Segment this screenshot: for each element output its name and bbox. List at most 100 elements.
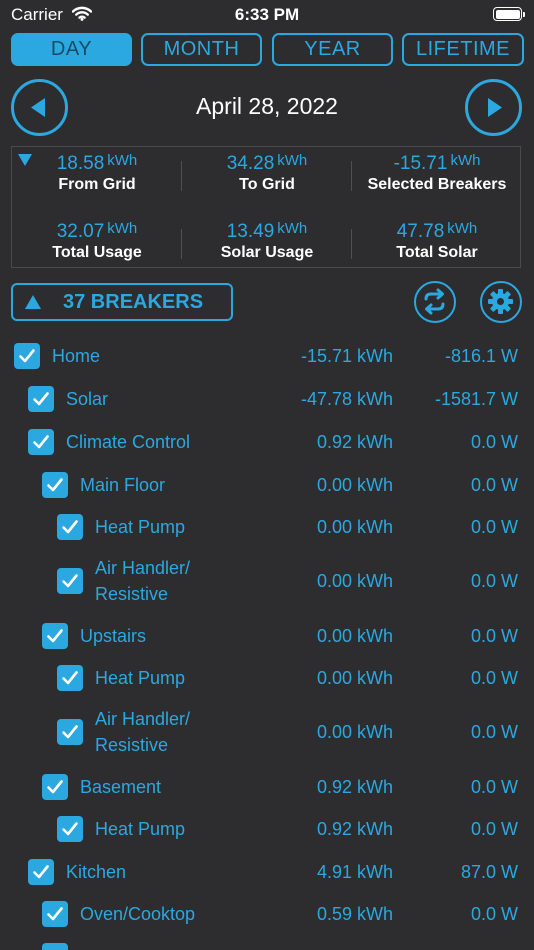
checkbox[interactable]	[28, 429, 54, 455]
tab-day[interactable]: DAY	[11, 33, 132, 66]
energy-summary-panel: 18.58 kWh From Grid 34.28 kWh To Grid -15.…	[11, 146, 521, 268]
battery-icon	[493, 7, 525, 21]
checkbox[interactable]	[57, 568, 83, 594]
breaker-row-main-floor[interactable]: Main Floor 0.00 kWh 0.0 W	[0, 471, 534, 499]
breaker-energy: 0.00 kWh	[316, 722, 393, 742]
summary-value: 47.78	[396, 221, 445, 242]
checkbox[interactable]	[57, 816, 83, 842]
summary-total-usage: 32.07 kWh Total Usage	[12, 220, 182, 262]
breaker-name: Basement	[80, 777, 162, 797]
breaker-row-oven-cooktop[interactable]: Oven/Cooktop 0.59 kWh 0.0 W	[0, 900, 534, 928]
breaker-name: Solar	[66, 389, 109, 409]
summary-label: To Grid	[239, 176, 295, 193]
summary-unit: kWh	[277, 220, 308, 237]
summary-from-grid: 18.58 kWh From Grid	[12, 152, 182, 194]
breaker-power: -816.1 W	[444, 346, 518, 366]
checkbox[interactable]	[42, 901, 68, 927]
breaker-row-upstairs[interactable]: Upstairs 0.00 kWh 0.0 W	[0, 622, 534, 650]
triangle-right-icon	[488, 98, 502, 117]
expand-up-icon	[25, 295, 41, 309]
checkmark-icon	[62, 671, 78, 685]
checkmark-icon	[47, 780, 63, 794]
breakers-count-label: 37 BREAKERS	[63, 291, 204, 313]
breaker-power: -1581.7 W	[434, 389, 518, 409]
settings-button[interactable]	[480, 281, 522, 323]
summary-to-grid: 34.28 kWh To Grid	[182, 152, 352, 194]
breaker-power: 0.0 W	[470, 819, 518, 839]
checkmark-icon	[33, 865, 49, 879]
breaker-row-heat-pump[interactable]: Heat Pump 0.92 kWh 0.0 W	[0, 815, 534, 843]
checkmark-icon	[62, 725, 78, 739]
summary-label: From Grid	[58, 176, 136, 193]
breaker-power: 0.0 W	[470, 722, 518, 742]
breaker-energy: 0.92 kWh	[316, 432, 393, 452]
breaker-energy: 0.00 kWh	[316, 517, 393, 537]
summary-unit: kWh	[107, 152, 138, 169]
breaker-power: 0.0 W	[470, 777, 518, 797]
next-day-button[interactable]	[465, 79, 522, 136]
date-title: April 28, 2022	[196, 93, 338, 119]
checkmark-icon	[33, 435, 49, 449]
breaker-energy: 4.91 kWh	[316, 862, 393, 882]
summary-total-solar: 47.78 kWh Total Solar	[352, 220, 522, 262]
checkbox[interactable]	[14, 343, 40, 369]
tab-month[interactable]: MONTH	[141, 33, 262, 66]
checkbox[interactable]	[42, 774, 68, 800]
checkmark-icon	[47, 907, 63, 921]
breaker-energy: 0.92 kWh	[316, 777, 393, 797]
checkmark-icon	[33, 392, 49, 406]
summary-label: Solar Usage	[220, 244, 314, 261]
previous-day-button[interactable]	[11, 79, 68, 136]
breaker-row-air-handler[interactable]: Air Handler/ Resistive 0.00 kWh 0.0 W	[0, 706, 534, 758]
breaker-power: 0.0 W	[470, 432, 518, 452]
breaker-row-basement[interactable]: Basement 0.92 kWh 0.0 W	[0, 773, 534, 801]
breaker-name: Air Handler/ Resistive	[95, 709, 191, 755]
checkbox[interactable]	[42, 623, 68, 649]
breaker-row-kitchen[interactable]: Kitchen 4.91 kWh 87.0 W	[0, 858, 534, 886]
tab-year[interactable]: YEAR	[272, 33, 393, 66]
breaker-power: 0.0 W	[470, 571, 518, 591]
breaker-name: Kitchen	[66, 862, 127, 882]
checkbox[interactable]	[57, 514, 83, 540]
checkbox[interactable]	[28, 386, 54, 412]
summary-selected-breakers: -15.71 kWh Selected Breakers	[352, 152, 522, 194]
breaker-power: 87.0 W	[460, 862, 518, 882]
checkbox[interactable]	[28, 859, 54, 885]
breaker-row-solar[interactable]: Solar -47.78 kWh -1581.7 W	[0, 385, 534, 413]
status-time: 6:33 PM	[234, 5, 300, 24]
summary-label: Selected Breakers	[367, 176, 507, 193]
breaker-name: Oven/Cooktop	[80, 904, 196, 924]
breaker-energy: 0.92 kWh	[316, 819, 393, 839]
breaker-power: 0.0 W	[470, 668, 518, 688]
breaker-power: 0.0 W	[470, 475, 518, 495]
breaker-power: 0.0 W	[470, 517, 518, 537]
breaker-name: Main Floor	[80, 475, 166, 495]
checkmark-icon	[62, 822, 78, 836]
breaker-power: 0.0 W	[470, 626, 518, 646]
summary-solar-usage: 13.49 kWh Solar Usage	[182, 220, 352, 262]
summary-label: Total Usage	[52, 244, 142, 261]
breaker-row-heat-pump[interactable]: Heat Pump 0.00 kWh 0.0 W	[0, 513, 534, 541]
breaker-energy: 0.00 kWh	[316, 475, 393, 495]
checkbox[interactable]	[42, 472, 68, 498]
tab-lifetime[interactable]: LIFETIME	[402, 33, 524, 66]
checkbox[interactable]	[42, 943, 68, 950]
breaker-row-climate-control[interactable]: Climate Control 0.92 kWh 0.0 W	[0, 428, 534, 456]
breaker-energy: -15.71 kWh	[300, 346, 393, 366]
refresh-button[interactable]	[414, 281, 456, 323]
checkbox[interactable]	[57, 719, 83, 745]
triangle-left-icon	[31, 98, 45, 117]
period-tabs: DAY MONTH YEAR LIFETIME	[11, 33, 524, 67]
breaker-power: 0.0 W	[470, 904, 518, 924]
checkbox[interactable]	[57, 665, 83, 691]
status-bar: Carrier 6:33 PM	[0, 0, 534, 30]
breakers-toggle-button[interactable]: 37 BREAKERS	[11, 283, 233, 321]
summary-label: Total Solar	[396, 244, 478, 261]
checkmark-icon	[62, 574, 78, 588]
checkmark-icon	[47, 629, 63, 643]
breaker-row-home[interactable]: Home -15.71 kWh -816.1 W	[0, 342, 534, 370]
summary-value: 18.58	[56, 153, 105, 174]
summary-unit: kWh	[450, 152, 481, 169]
breaker-row-heat-pump[interactable]: Heat Pump 0.00 kWh 0.0 W	[0, 664, 534, 692]
breaker-row-air-handler[interactable]: Air Handler/ Resistive 0.00 kWh 0.0 W	[0, 555, 534, 607]
